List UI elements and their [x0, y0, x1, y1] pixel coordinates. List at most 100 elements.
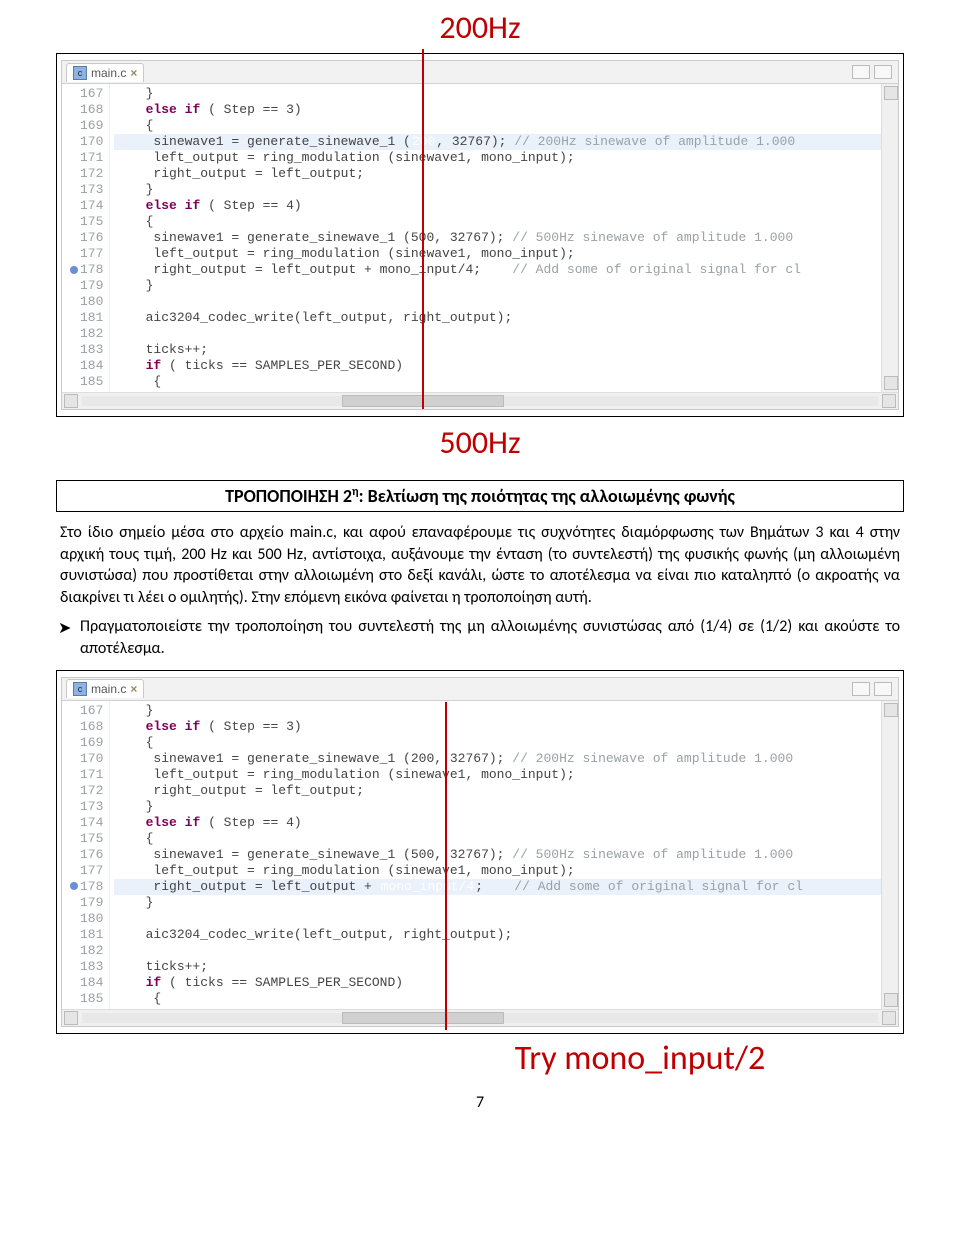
scroll-down-icon[interactable]	[884, 993, 898, 1007]
line-number: 180	[70, 294, 103, 310]
code-line: }	[114, 278, 881, 294]
line-number: 177	[70, 863, 103, 879]
code-line: {	[114, 214, 881, 230]
code-line: sinewave1 = generate_sinewave_1 (200, 32…	[114, 134, 881, 150]
line-number: 176	[70, 230, 103, 246]
line-number: 183	[70, 959, 103, 975]
code-line: right_output = left_output;	[114, 166, 881, 182]
line-gutter: 1671681691701711721731741751761771781791…	[62, 84, 110, 392]
code-line: sinewave1 = generate_sinewave_1 (200, 32…	[114, 751, 881, 767]
line-number: 185	[70, 991, 103, 1007]
code-line: sinewave1 = generate_sinewave_1 (500, 32…	[114, 847, 881, 863]
line-number: 167	[70, 86, 103, 102]
line-number: 180	[70, 911, 103, 927]
line-number: 169	[70, 735, 103, 751]
code-line: aic3204_codec_write(left_output, right_o…	[114, 310, 881, 326]
vertical-scrollbar[interactable]	[881, 84, 898, 392]
code-line: {	[114, 735, 881, 751]
code-line: left_output = ring_modulation (sinewave1…	[114, 767, 881, 783]
code-line: {	[114, 118, 881, 134]
code-line: aic3204_codec_write(left_output, right_o…	[114, 927, 881, 943]
line-number: 170	[70, 751, 103, 767]
section-title-prefix: ΤΡΟΠΟΠΟΙΗΣΗ 2	[225, 485, 352, 507]
line-number: 182	[70, 943, 103, 959]
scroll-right-icon[interactable]	[882, 1011, 896, 1025]
code-line: else if ( Step == 4)	[114, 815, 881, 831]
line-number: 170	[70, 134, 103, 150]
pointer-line-bottom	[445, 702, 447, 1030]
line-number: 178	[70, 879, 103, 895]
annotation-try: Try mono_input/2	[32, 1038, 928, 1079]
line-number: 171	[70, 150, 103, 166]
scroll-up-icon[interactable]	[884, 86, 898, 100]
line-number: 172	[70, 166, 103, 182]
maximize-icon[interactable]	[874, 682, 892, 696]
code-line: {	[114, 991, 881, 1007]
scroll-left-icon[interactable]	[64, 394, 78, 408]
paragraph-1: Στο ίδιο σημείο μέσα στο αρχείο main.c, …	[60, 522, 900, 608]
scroll-track[interactable]	[82, 1013, 878, 1023]
file-icon: c	[73, 682, 87, 696]
scroll-up-icon[interactable]	[884, 703, 898, 717]
scroll-track[interactable]	[82, 396, 878, 406]
line-gutter: 1671681691701711721731741751761771781791…	[62, 701, 110, 1009]
code-content[interactable]: } else if ( Step == 3) { sinewave1 = gen…	[110, 84, 881, 392]
line-number: 175	[70, 831, 103, 847]
bullet-item: ➤ Πραγματοποιείστε την τροποποίηση του σ…	[80, 616, 900, 659]
scroll-down-icon[interactable]	[884, 376, 898, 390]
code-line: }	[114, 703, 881, 719]
scroll-right-icon[interactable]	[882, 394, 896, 408]
file-icon: c	[73, 66, 87, 80]
maximize-icon[interactable]	[874, 65, 892, 79]
close-icon[interactable]: ×	[130, 682, 137, 696]
line-number: 179	[70, 895, 103, 911]
line-number: 179	[70, 278, 103, 294]
line-number: 173	[70, 182, 103, 198]
code-line: if ( ticks == SAMPLES_PER_SECOND)	[114, 358, 881, 374]
line-number: 181	[70, 310, 103, 326]
scroll-thumb[interactable]	[342, 1012, 504, 1024]
code-line	[114, 943, 881, 959]
pointer-line-top	[422, 49, 424, 409]
code-line: right_output = left_output + mono_input/…	[114, 879, 881, 895]
code-line: left_output = ring_modulation (sinewave1…	[114, 863, 881, 879]
bullet-text: Πραγματοποιείστε την τροποποίηση του συν…	[80, 617, 900, 658]
line-number: 184	[70, 975, 103, 991]
code-line: else if ( Step == 4)	[114, 198, 881, 214]
section-title-box: ΤΡΟΠΟΠΟΙΗΣΗ 2η: Βελτίωση της ποιότητας τ…	[56, 480, 904, 512]
code-line: sinewave1 = generate_sinewave_1 (500, 32…	[114, 230, 881, 246]
annotation-500hz: 500Hz	[32, 423, 928, 462]
editor-frame-1: c main.c × 16716816917017117217317417517…	[56, 53, 904, 417]
code-line: left_output = ring_modulation (sinewave1…	[114, 150, 881, 166]
close-icon[interactable]: ×	[130, 66, 137, 80]
line-number: 174	[70, 198, 103, 214]
tab-filename: main.c	[91, 66, 126, 80]
line-number: 172	[70, 783, 103, 799]
code-line: }	[114, 182, 881, 198]
code-content[interactable]: } else if ( Step == 3) { sinewave1 = gen…	[110, 701, 881, 1009]
editor-tabbar: c main.c ×	[62, 61, 898, 84]
minimize-icon[interactable]	[852, 682, 870, 696]
minimize-icon[interactable]	[852, 65, 870, 79]
code-line: ticks++;	[114, 342, 881, 358]
editor-frame-2: c main.c × 16716816917017117217317417517…	[56, 670, 904, 1034]
code-line: right_output = left_output;	[114, 783, 881, 799]
horizontal-scrollbar[interactable]	[62, 1009, 898, 1026]
line-number: 181	[70, 927, 103, 943]
horizontal-scrollbar[interactable]	[62, 392, 898, 409]
tab-filename: main.c	[91, 682, 126, 696]
line-number: 175	[70, 214, 103, 230]
code-line	[114, 326, 881, 342]
code-line: else if ( Step == 3)	[114, 102, 881, 118]
annotation-200hz: 200Hz	[32, 8, 928, 47]
line-number: 174	[70, 815, 103, 831]
code-line	[114, 911, 881, 927]
vertical-scrollbar[interactable]	[881, 701, 898, 1009]
code-line: if ( ticks == SAMPLES_PER_SECOND)	[114, 975, 881, 991]
code-line: right_output = left_output + mono_input/…	[114, 262, 881, 278]
scroll-left-icon[interactable]	[64, 1011, 78, 1025]
line-number: 178	[70, 262, 103, 278]
line-number: 183	[70, 342, 103, 358]
editor-tab-mainc[interactable]: c main.c ×	[66, 679, 144, 698]
editor-tab-mainc[interactable]: c main.c ×	[66, 63, 144, 82]
